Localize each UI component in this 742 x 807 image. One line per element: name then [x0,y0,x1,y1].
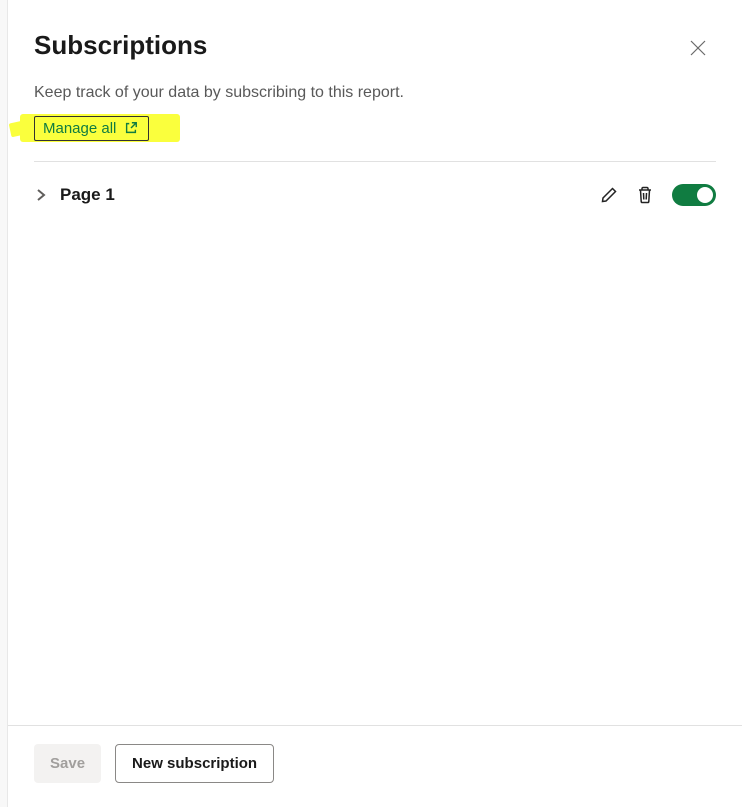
subscription-name: Page 1 [60,185,115,205]
row-actions [600,184,716,206]
manage-all-container: Manage all [8,116,742,161]
delete-button[interactable] [636,186,654,204]
save-button[interactable]: Save [34,744,101,783]
new-subscription-button[interactable]: New subscription [115,744,274,783]
pencil-icon [600,186,618,204]
trash-icon [636,186,654,204]
panel-title: Subscriptions [34,30,207,61]
manage-all-label: Manage all [43,120,116,137]
open-external-icon [124,121,138,135]
manage-all-button[interactable]: Manage all [34,116,149,141]
row-left: Page 1 [34,185,115,205]
toggle-knob [697,187,713,203]
footer: Save New subscription [8,725,742,807]
close-icon [690,40,706,56]
subscription-list: Page 1 [8,162,742,725]
close-button[interactable] [686,36,710,65]
subscriptions-panel: Subscriptions Keep track of your data by… [8,0,742,807]
edit-button[interactable] [600,186,618,204]
chevron-right-icon [34,188,48,202]
panel-description: Keep track of your data by subscribing t… [8,83,742,116]
enabled-toggle[interactable] [672,184,716,206]
background-edge [0,0,8,807]
header: Subscriptions [8,0,742,83]
subscription-row: Page 1 [34,184,716,206]
expand-button[interactable] [34,188,48,202]
